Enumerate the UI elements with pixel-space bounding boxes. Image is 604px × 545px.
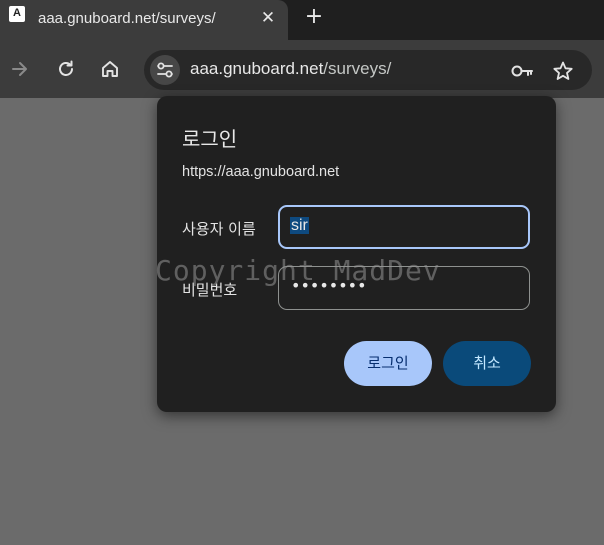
username-field[interactable]: sir [278,205,530,249]
url-text[interactable]: aaa.gnuboard.net/surveys/ [190,59,391,79]
plus-icon[interactable]: + [302,5,326,29]
key-icon[interactable] [510,60,533,82]
password-field[interactable]: •••••••• [278,266,530,310]
username-label: 사용자 이름 [182,220,256,238]
reload-icon[interactable] [54,57,78,81]
browser-toolbar: aaa.gnuboard.net/surveys/ [0,40,604,98]
tune-icon[interactable] [150,55,180,85]
url-host: aaa.gnuboard.net [190,59,324,78]
tab-title: aaa.gnuboard.net/surveys/ [38,10,216,27]
sign-in-dialog: 로그인 https://aaa.gnuboard.net 사용자 이름 sir … [157,96,556,412]
url-path: /surveys/ [323,59,392,78]
username-selected-text: sir [290,217,309,234]
password-label: 비밀번호 [182,281,238,299]
close-icon[interactable]: ✕ [258,8,278,28]
address-bar[interactable]: aaa.gnuboard.net/surveys/ [144,50,592,90]
tab-surveys[interactable]: A aaa.gnuboard.net/surveys/ ✕ [0,0,288,40]
star-icon[interactable] [552,60,574,82]
dialog-origin: https://aaa.gnuboard.net [182,164,340,180]
password-mask: •••••••• [291,276,367,295]
dialog-title: 로그인 [182,127,238,151]
username-value: sir [290,217,309,235]
cancel-button[interactable]: 취소 [443,341,531,386]
login-button[interactable]: 로그인 [344,341,432,386]
home-icon[interactable] [98,57,122,81]
site-favicon-icon: A [9,6,25,22]
arrow-forward-icon[interactable] [8,57,32,81]
tab-strip: A aaa.gnuboard.net/surveys/ ✕ + [0,0,604,40]
